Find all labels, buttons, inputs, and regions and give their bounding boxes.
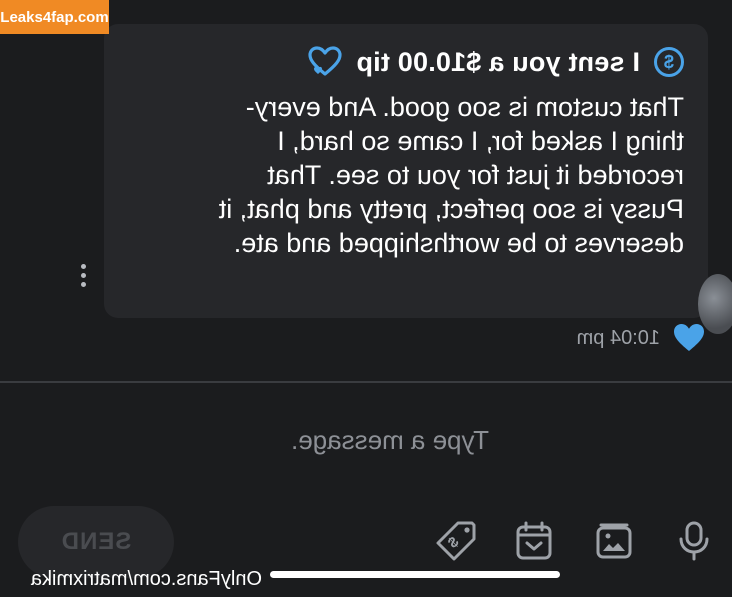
kebab-dot bbox=[81, 264, 87, 269]
dollar-coin-icon: $ bbox=[654, 47, 684, 77]
price-tag-icon[interactable]: $ bbox=[434, 519, 478, 563]
tip-header: $ I sent you a $10.00 tip bbox=[124, 42, 684, 82]
kebab-dot bbox=[81, 273, 87, 278]
message-time: 10:04 pm bbox=[576, 326, 660, 349]
kebab-dot bbox=[81, 282, 87, 287]
message-meta: 10:04 pm bbox=[577, 322, 706, 354]
message-options-icon[interactable] bbox=[78, 264, 90, 294]
svg-text:$: $ bbox=[444, 534, 462, 552]
chat-screen: $ I sent you a $10.00 tip That custom is… bbox=[0, 0, 732, 597]
heart-outline-icon bbox=[308, 46, 342, 76]
message-input[interactable] bbox=[292, 420, 732, 460]
schedule-icon[interactable] bbox=[512, 519, 556, 563]
message-text: That custom is soo good. And every- thin… bbox=[218, 92, 684, 258]
message-bubble[interactable]: $ I sent you a $10.00 tip That custom is… bbox=[104, 24, 732, 334]
home-indicator bbox=[270, 571, 560, 578]
composer-divider bbox=[0, 381, 732, 383]
tip-label: I sent you a $10.00 tip bbox=[356, 46, 640, 77]
mirrored-chat-view: $ I sent you a $10.00 tip That custom is… bbox=[0, 0, 732, 597]
media-icon[interactable] bbox=[592, 519, 636, 563]
mic-icon[interactable] bbox=[672, 519, 716, 563]
like-heart-icon[interactable] bbox=[672, 322, 706, 354]
site-watermark-badge: Leaks4fap.com bbox=[0, 0, 109, 34]
watermark-text: OnlyFans.com/matrixmika bbox=[30, 568, 262, 590]
